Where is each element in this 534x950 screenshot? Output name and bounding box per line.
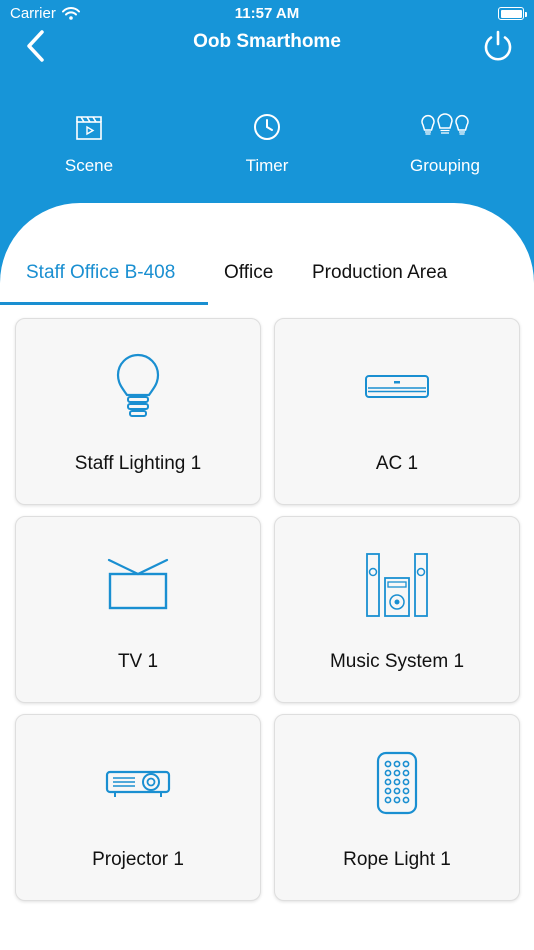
power-icon xyxy=(484,30,512,61)
battery-icon xyxy=(498,7,527,20)
device-card-ac[interactable]: AC 1 xyxy=(274,318,520,505)
speaker-system-icon xyxy=(366,553,428,617)
status-bar: Carrier 11:57 AM xyxy=(0,0,534,28)
clapperboard-icon xyxy=(76,116,102,140)
device-name: Staff Lighting 1 xyxy=(74,453,202,474)
projector-icon xyxy=(105,770,171,797)
clock-icon xyxy=(254,114,280,140)
device-name: Rope Light 1 xyxy=(343,849,451,870)
power-button[interactable] xyxy=(480,26,516,66)
grouping-button[interactable]: Grouping xyxy=(356,106,534,176)
quick-actions: Scene Timer Grouping xyxy=(0,106,534,176)
device-card-tv[interactable]: TV 1 xyxy=(15,516,261,703)
device-card-staff-lighting[interactable]: Staff Lighting 1 xyxy=(15,318,261,505)
device-card-rope-light[interactable]: Rope Light 1 xyxy=(274,714,520,901)
bulbs-group-icon xyxy=(421,113,469,135)
device-card-music-system[interactable]: Music System 1 xyxy=(274,516,520,703)
grouping-label: Grouping xyxy=(410,156,480,175)
tab-production-area[interactable]: Production Area xyxy=(312,262,447,284)
active-tab-indicator xyxy=(0,302,208,305)
device-card-projector[interactable]: Projector 1 xyxy=(15,714,261,901)
timer-label: Timer xyxy=(245,156,289,175)
device-name: TV 1 xyxy=(117,651,159,672)
status-time: 11:57 AM xyxy=(234,5,300,22)
scene-button[interactable]: Scene xyxy=(0,106,178,176)
page-title: Oob Smarthome xyxy=(193,31,341,52)
room-tabs: Staff Office B-408 Office Production Are… xyxy=(0,252,534,306)
device-name: Music System 1 xyxy=(329,651,465,672)
scene-label: Scene xyxy=(64,156,114,175)
tab-office[interactable]: Office xyxy=(224,262,273,284)
device-name: AC 1 xyxy=(375,453,419,474)
air-conditioner-icon xyxy=(365,375,429,398)
remote-control-icon xyxy=(376,751,418,815)
tv-icon xyxy=(107,558,169,610)
light-bulb-icon xyxy=(116,353,160,417)
timer-button[interactable]: Timer xyxy=(178,106,356,176)
tab-staff-office[interactable]: Staff Office B-408 xyxy=(26,262,175,284)
device-name: Projector 1 xyxy=(92,849,184,870)
